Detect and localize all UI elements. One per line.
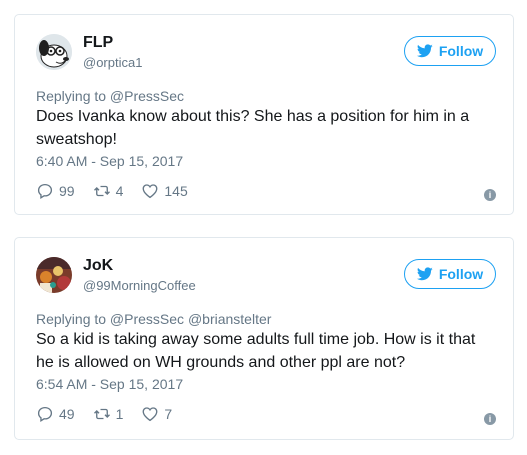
retweet-action[interactable]: 4 [93,182,124,200]
reply-icon [37,183,53,199]
follow-label: Follow [438,43,484,59]
tweet-actions: 49 1 7 [36,404,190,424]
retweet-icon [93,185,110,197]
user-handle[interactable]: @99MorningCoffee [83,278,196,293]
tweet-actions: 99 4 145 [36,181,206,201]
follow-button[interactable]: Follow [404,259,496,289]
retweet-count: 4 [115,183,124,199]
tweet-card: JoK @99MorningCoffee Follow Replying to … [14,237,514,440]
heart-icon [142,184,158,199]
reply-action[interactable]: 99 [36,182,75,200]
like-count: 7 [164,406,173,422]
reply-action[interactable]: 49 [36,405,75,423]
retweet-icon [93,408,110,420]
info-icon[interactable]: i [484,413,496,425]
follow-button[interactable]: Follow [404,36,496,66]
reply-count: 49 [59,406,75,422]
tweet-card: FLP @orptica1 Follow Replying to @PressS… [14,14,514,215]
reply-count: 99 [59,183,75,199]
display-name[interactable]: JoK [83,257,113,275]
replying-to[interactable]: Replying to @PressSec @brianstelter [36,311,271,327]
like-action[interactable]: 7 [141,405,172,423]
like-count: 145 [164,183,188,199]
avatar[interactable] [36,34,72,70]
reply-icon [37,406,53,422]
twitter-bird-icon [416,267,433,281]
tweet-text: Does Ivanka know about this? She has a p… [36,108,470,148]
info-icon[interactable]: i [484,189,496,201]
replying-to[interactable]: Replying to @PressSec [36,88,184,104]
user-handle[interactable]: @orptica1 [83,55,142,70]
tweet-timestamp[interactable]: 6:54 AM - Sep 15, 2017 [36,376,183,392]
retweet-count: 1 [115,406,124,422]
twitter-bird-icon [416,44,433,58]
retweet-action[interactable]: 1 [93,405,124,423]
heart-icon [142,407,158,422]
tweet-timestamp[interactable]: 6:40 AM - Sep 15, 2017 [36,153,183,169]
tweet-text: So a kid is taking away some adults full… [36,331,476,371]
follow-label: Follow [438,266,484,282]
display-name[interactable]: FLP [83,34,113,52]
avatar[interactable] [36,257,72,293]
like-action[interactable]: 145 [141,182,188,200]
